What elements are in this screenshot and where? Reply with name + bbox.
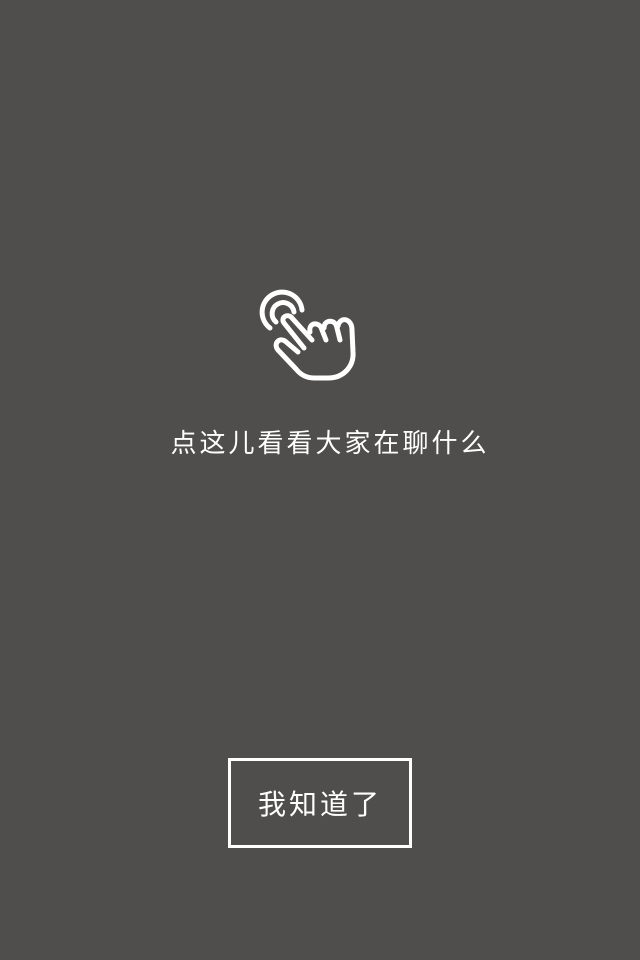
guide-hint-text: 点这儿看看大家在聊什么 xyxy=(170,429,490,459)
guide-overlay[interactable]: 点这儿看看大家在聊什么 我知道了 xyxy=(0,0,640,960)
tap-hand-icon xyxy=(256,284,360,388)
got-it-button[interactable]: 我知道了 xyxy=(228,758,412,848)
